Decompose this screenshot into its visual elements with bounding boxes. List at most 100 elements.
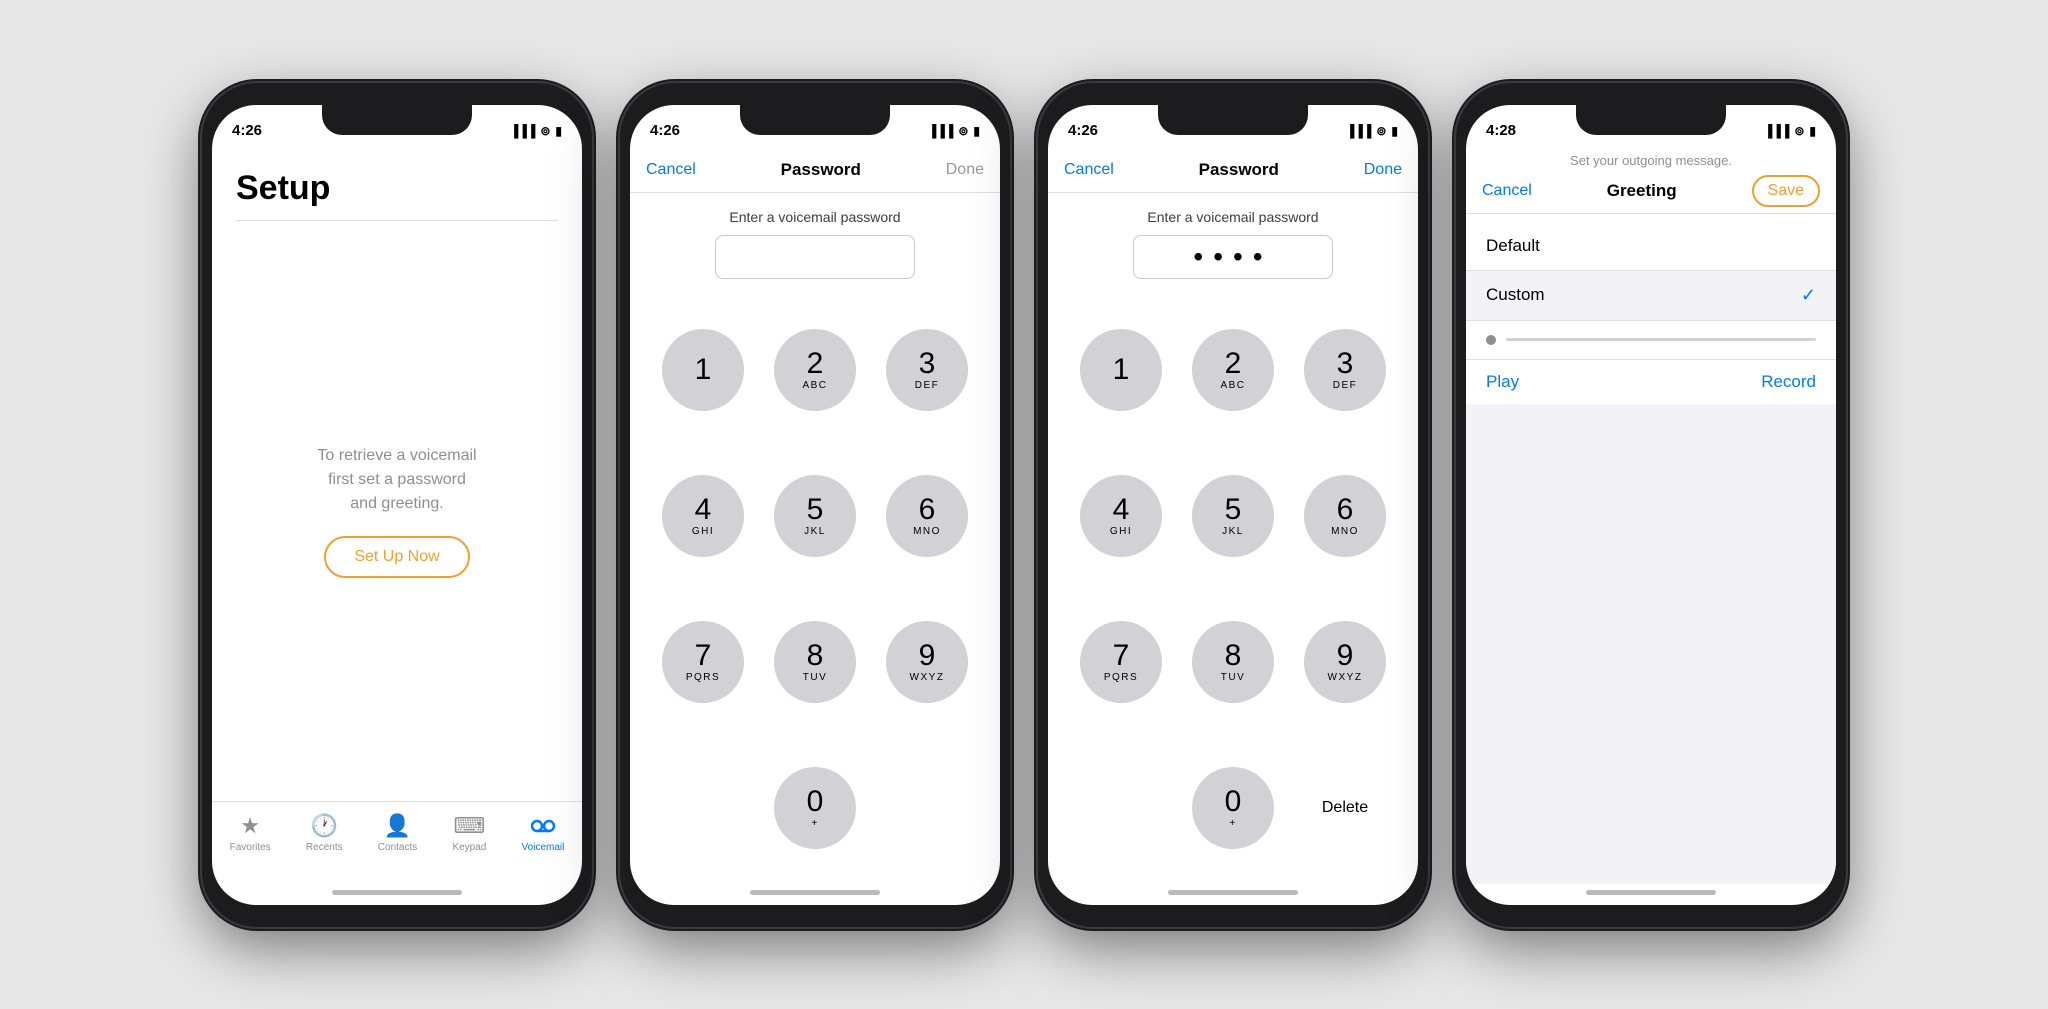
phone-3: 4:26 ▐▐▐ ⊚ ▮ Cancel Password Done Enter … [1038, 83, 1428, 927]
setup-description: To retrieve a voicemailfirst set a passw… [317, 444, 476, 516]
nav-bar-4: Cancel Greeting Save [1466, 170, 1836, 214]
phone-1: 4:26 ▐▐▐ ⊚ ▮ Setup To retrieve a voicema… [202, 83, 592, 927]
done-button-2[interactable]: Done [946, 161, 984, 179]
wifi-icon-4: ⊚ [1794, 124, 1804, 138]
progress-bar [1506, 338, 1816, 341]
phone-collection: 4:26 ▐▐▐ ⊚ ▮ Setup To retrieve a voicema… [202, 83, 1846, 927]
notch-2 [740, 105, 890, 135]
password-input-3[interactable]: •••• [1133, 235, 1333, 279]
battery-icon-3: ▮ [1391, 124, 1398, 138]
wifi-icon-2: ⊚ [958, 124, 968, 138]
battery-icon: ▮ [555, 124, 562, 138]
screen-2: 4:26 ▐▐▐ ⊚ ▮ Cancel Password Done Enter … [630, 105, 1000, 905]
notch-3 [1158, 105, 1308, 135]
status-time-2: 4:26 [650, 122, 680, 139]
setup-title: Setup [212, 149, 582, 208]
tab-favorites[interactable]: ★ Favorites [230, 813, 271, 853]
keypad-label: Keypad [452, 842, 486, 853]
key-1-2[interactable]: 1 [662, 329, 744, 411]
nav-title-2: Password [781, 160, 861, 180]
key-2-3[interactable]: 2ABC [1192, 329, 1274, 411]
screen-3: 4:26 ▐▐▐ ⊚ ▮ Cancel Password Done Enter … [1048, 105, 1418, 905]
signal-icon-4: ▐▐▐ [1764, 124, 1790, 138]
greeting-player [1466, 321, 1836, 360]
signal-icon: ▐▐▐ [510, 124, 536, 138]
greeting-custom-row[interactable]: Custom ✓ [1466, 271, 1836, 321]
battery-icon-2: ▮ [973, 124, 980, 138]
password-label-3: Enter a voicemail password [1147, 209, 1318, 225]
recents-icon: 🕐 [311, 813, 338, 839]
cancel-button-4[interactable]: Cancel [1482, 182, 1532, 200]
key-3-2[interactable]: 3DEF [886, 329, 968, 411]
battery-icon-4: ▮ [1809, 124, 1816, 138]
record-button[interactable]: Record [1761, 372, 1816, 392]
key-9-2[interactable]: 9WXYZ [886, 621, 968, 703]
key-4-3[interactable]: 4GHI [1080, 475, 1162, 557]
key-0-2[interactable]: 0+ [774, 767, 856, 849]
greeting-empty-area [1466, 404, 1836, 884]
home-indicator-1 [332, 890, 462, 895]
greeting-default-row[interactable]: Default [1466, 222, 1836, 271]
setup-body: To retrieve a voicemailfirst set a passw… [212, 221, 582, 801]
password-input-2[interactable] [715, 235, 915, 279]
key-5-2[interactable]: 5JKL [774, 475, 856, 557]
contacts-icon: 👤 [384, 813, 411, 839]
greeting-default-label: Default [1486, 236, 1540, 256]
password-section-2: Enter a voicemail password [630, 193, 1000, 295]
key-5-3[interactable]: 5JKL [1192, 475, 1274, 557]
key-7-3[interactable]: 7PQRS [1080, 621, 1162, 703]
key-6-3[interactable]: 6MNO [1304, 475, 1386, 557]
contacts-label: Contacts [378, 842, 417, 853]
setup-screen-content: Setup To retrieve a voicemailfirst set a… [212, 149, 582, 884]
tab-recents[interactable]: 🕐 Recents [306, 813, 343, 853]
nav-title-4: Greeting [1607, 181, 1677, 201]
keypad-2: 1 2ABC 3DEF 4GHI 5JKL 6MNO 7PQRS 8TUV 9W… [630, 295, 1000, 884]
greeting-section: Default Custom ✓ Play Record [1466, 214, 1836, 884]
tab-voicemail[interactable]: Voicemail [522, 813, 565, 853]
save-button-4[interactable]: Save [1752, 175, 1820, 207]
phone-2: 4:26 ▐▐▐ ⊚ ▮ Cancel Password Done Enter … [620, 83, 1010, 927]
cancel-button-2[interactable]: Cancel [646, 161, 696, 179]
status-time-1: 4:26 [232, 122, 262, 139]
key-3-3[interactable]: 3DEF [1304, 329, 1386, 411]
favorites-label: Favorites [230, 842, 271, 853]
key-9-3[interactable]: 9WXYZ [1304, 621, 1386, 703]
key-2-2[interactable]: 2ABC [774, 329, 856, 411]
play-button[interactable]: Play [1486, 372, 1519, 392]
greeting-footer: Play Record [1466, 360, 1836, 404]
key-7-2[interactable]: 7PQRS [662, 621, 744, 703]
phone-4: 4:28 ▐▐▐ ⊚ ▮ Set your outgoing message. … [1456, 83, 1846, 927]
password-label-2: Enter a voicemail password [729, 209, 900, 225]
cancel-button-3[interactable]: Cancel [1064, 161, 1114, 179]
tab-keypad[interactable]: ⌨ Keypad [452, 813, 486, 853]
done-button-3[interactable]: Done [1364, 161, 1402, 179]
key-8-3[interactable]: 8TUV [1192, 621, 1274, 703]
status-icons-4: ▐▐▐ ⊚ ▮ [1764, 124, 1816, 138]
keypad-icon: ⌨ [454, 813, 486, 839]
password-section-3: Enter a voicemail password •••• [1048, 193, 1418, 295]
key-6-2[interactable]: 6MNO [886, 475, 968, 557]
status-icons-1: ▐▐▐ ⊚ ▮ [510, 124, 562, 138]
status-time-4: 4:28 [1486, 122, 1516, 139]
home-indicator-4 [1586, 890, 1716, 895]
tab-bar-1: ★ Favorites 🕐 Recents 👤 Contacts ⌨ Keypa… [212, 801, 582, 884]
notch-4 [1576, 105, 1726, 135]
delete-button-3[interactable]: Delete [1322, 767, 1368, 849]
key-0-3[interactable]: 0+ [1192, 767, 1274, 849]
screen-4: 4:28 ▐▐▐ ⊚ ▮ Set your outgoing message. … [1466, 105, 1836, 905]
greeting-custom-label: Custom [1486, 285, 1545, 305]
recents-label: Recents [306, 842, 343, 853]
key-4-2[interactable]: 4GHI [662, 475, 744, 557]
signal-icon-2: ▐▐▐ [928, 124, 954, 138]
set-up-now-button[interactable]: Set Up Now [324, 536, 469, 578]
notch-1 [322, 105, 472, 135]
voicemail-label: Voicemail [522, 842, 565, 853]
nav-title-3: Password [1199, 160, 1279, 180]
key-8-2[interactable]: 8TUV [774, 621, 856, 703]
tab-contacts[interactable]: 👤 Contacts [378, 813, 417, 853]
nav-bar-3: Cancel Password Done [1048, 149, 1418, 193]
playback-dot [1486, 335, 1496, 345]
status-icons-3: ▐▐▐ ⊚ ▮ [1346, 124, 1398, 138]
key-1-3[interactable]: 1 [1080, 329, 1162, 411]
status-time-3: 4:26 [1068, 122, 1098, 139]
